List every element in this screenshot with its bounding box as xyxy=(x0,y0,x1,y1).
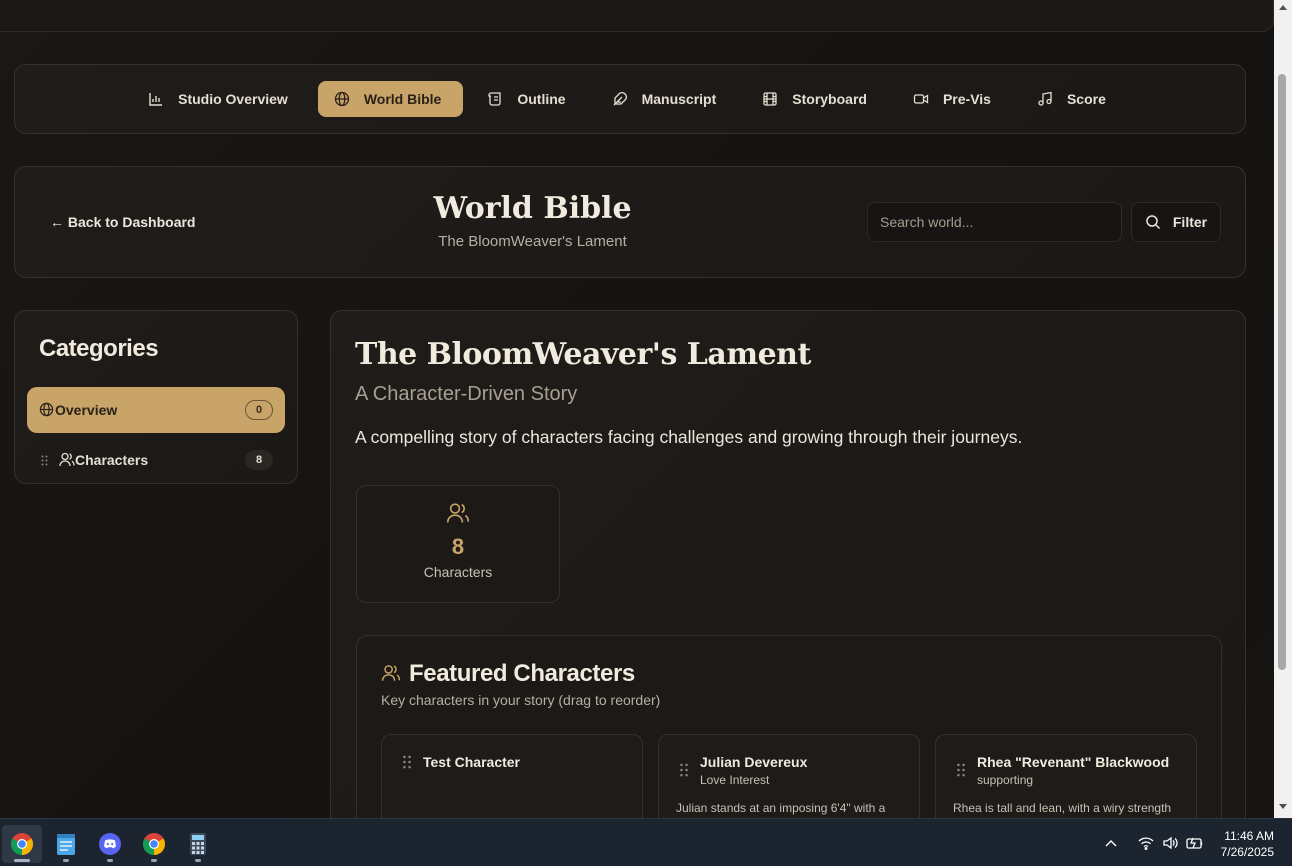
drag-handle-icon[interactable] xyxy=(679,763,689,777)
nav-manuscript[interactable]: Manuscript xyxy=(596,81,739,117)
drag-handle-icon[interactable] xyxy=(41,455,48,466)
nav-label: Storyboard xyxy=(792,91,867,107)
scroll-icon xyxy=(488,92,501,106)
search-input[interactable] xyxy=(867,202,1122,242)
character-name: Test Character xyxy=(423,754,521,770)
top-navigation: Studio Overview World Bible Outline Manu… xyxy=(14,64,1246,134)
users-icon xyxy=(446,503,470,523)
discord-icon xyxy=(99,833,121,855)
calculator-icon xyxy=(190,833,206,855)
clock-date: 7/26/2025 xyxy=(1220,845,1274,859)
clock-time: 11:46 AM xyxy=(1224,829,1274,843)
overview-panel: The BloomWeaver's Lament A Character-Dri… xyxy=(330,310,1246,818)
characters-stat-card[interactable]: 8 Characters xyxy=(356,485,560,603)
nav-storyboard[interactable]: Storyboard xyxy=(746,81,889,117)
system-tray xyxy=(1104,819,1204,866)
nav-label: Pre-Vis xyxy=(942,91,991,107)
character-role: Love Interest xyxy=(700,773,770,787)
nav-label: World Bible xyxy=(363,91,442,107)
globe-icon xyxy=(39,402,54,417)
character-description: Julian stands at an imposing 6'4" with a xyxy=(676,801,886,815)
featured-subtitle: Key characters in your story (drag to re… xyxy=(381,692,661,708)
category-label: Characters xyxy=(75,452,149,468)
character-description: Rhea is tall and lean, with a wiry stren… xyxy=(953,801,1172,815)
video-icon xyxy=(913,94,929,104)
nav-label: Studio Overview xyxy=(178,91,288,107)
bar-chart-icon xyxy=(149,93,163,106)
character-name: Rhea "Revenant" Blackwood xyxy=(977,754,1170,770)
category-count: 0 xyxy=(245,400,273,420)
nav-outline[interactable]: Outline xyxy=(471,81,587,117)
page-header: ← Back to Dashboard World Bible The Bloo… xyxy=(14,166,1246,278)
drag-handle-icon[interactable] xyxy=(956,763,966,777)
featured-characters-section: Featured Characters Key characters in yo… xyxy=(356,635,1222,818)
scroll-thumb[interactable] xyxy=(1278,74,1286,670)
notepad-icon xyxy=(57,834,75,855)
scroll-up-arrow[interactable] xyxy=(1279,5,1287,10)
chevron-up-icon[interactable] xyxy=(1104,838,1118,848)
app-viewport: Studio Overview World Bible Outline Manu… xyxy=(0,0,1274,818)
nav-label: Score xyxy=(1066,91,1106,107)
sidebar-title: Categories xyxy=(39,335,159,362)
taskbar-chrome-2[interactable] xyxy=(134,825,174,863)
filter-button[interactable]: Filter xyxy=(1131,202,1221,242)
taskbar-notepad[interactable] xyxy=(46,825,86,863)
drag-handle-icon[interactable] xyxy=(402,755,412,769)
character-card[interactable]: Rhea "Revenant" Blackwood supporting Rhe… xyxy=(935,734,1197,818)
filter-label: Filter xyxy=(1172,214,1208,230)
feather-icon xyxy=(613,92,627,106)
category-characters[interactable]: Characters 8 xyxy=(27,438,285,482)
story-title: The BloomWeaver's Lament xyxy=(355,337,811,372)
nav-label: Outline xyxy=(517,91,566,107)
volume-icon[interactable] xyxy=(1162,836,1178,850)
system-clock[interactable]: 11:46 AM 7/26/2025 xyxy=(1221,828,1274,860)
categories-sidebar: Categories Overview 0 Characters 8 xyxy=(14,310,298,484)
chrome-icon xyxy=(11,833,33,855)
story-description: A compelling story of characters facing … xyxy=(355,427,1023,447)
taskbar-discord[interactable] xyxy=(90,825,130,863)
search-icon xyxy=(1146,215,1160,230)
battery-icon[interactable] xyxy=(1186,836,1204,850)
character-role: supporting xyxy=(977,773,1034,787)
film-icon xyxy=(763,92,777,106)
stat-label: Characters xyxy=(423,564,493,580)
globe-icon xyxy=(334,91,349,107)
story-genre: A Character-Driven Story xyxy=(355,383,578,405)
character-name: Julian Devereux xyxy=(700,754,808,770)
character-card[interactable]: Test Character xyxy=(381,734,643,818)
users-icon xyxy=(59,452,75,467)
wifi-icon[interactable] xyxy=(1138,836,1154,850)
nav-studio-overview[interactable]: Studio Overview xyxy=(132,81,310,117)
page-scrollbar[interactable] xyxy=(1274,0,1292,818)
scroll-down-arrow[interactable] xyxy=(1279,804,1287,809)
music-icon xyxy=(1038,91,1052,106)
stat-value: 8 xyxy=(451,534,465,559)
nav-pre-vis[interactable]: Pre-Vis xyxy=(897,81,1013,117)
top-strip xyxy=(0,0,1274,32)
taskbar: 11:46 AM 7/26/2025 xyxy=(0,818,1292,866)
nav-world-bible[interactable]: World Bible xyxy=(317,81,464,117)
taskbar-calculator[interactable] xyxy=(178,825,218,863)
category-count: 8 xyxy=(245,450,273,470)
featured-title: Featured Characters xyxy=(409,660,635,687)
nav-score[interactable]: Score xyxy=(1021,81,1128,117)
category-label: Overview xyxy=(55,402,118,418)
character-card[interactable]: Julian Devereux Love Interest Julian sta… xyxy=(658,734,920,818)
taskbar-chrome[interactable] xyxy=(2,825,42,863)
users-icon xyxy=(381,665,401,681)
category-overview[interactable]: Overview 0 xyxy=(27,387,285,433)
chrome-icon xyxy=(143,833,165,855)
nav-label: Manuscript xyxy=(641,91,717,107)
